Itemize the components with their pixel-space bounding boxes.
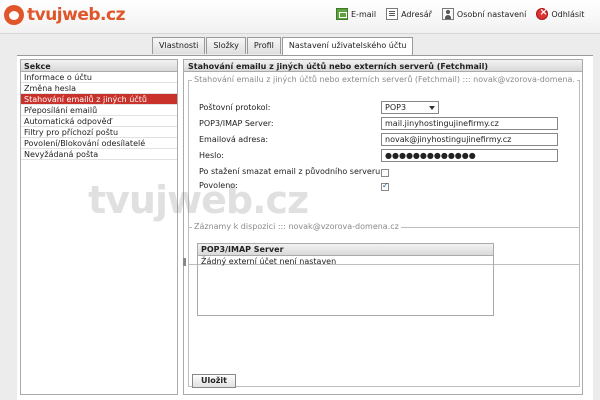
email-link-label: E-mail xyxy=(351,9,377,19)
delete-label: Po stažení smazat email z původního serv… xyxy=(199,167,383,176)
records-legend: Záznamy k dispozici ::: novak@vzorova-do… xyxy=(192,222,401,231)
save-button[interactable]: Uložit xyxy=(192,374,236,388)
sidebar-item-account-info[interactable]: Informace o účtu xyxy=(21,72,177,83)
email-label: Emailová adresa: xyxy=(199,135,269,144)
personal-settings-link[interactable]: Osobní nastavení xyxy=(441,8,527,20)
main-panel: Stahování emailu z jiných účtů nebo exte… xyxy=(183,59,583,395)
password-input[interactable]: ●●●●●●●●●●●●● xyxy=(381,149,558,162)
protocol-select-value: POP3 xyxy=(385,103,407,112)
delete-checkbox[interactable] xyxy=(381,169,389,177)
server-label: POP3/IMAP Server: xyxy=(199,119,274,128)
protocol-label: Poštovní protokol: xyxy=(199,103,271,112)
password-label: Heslo: xyxy=(199,151,224,160)
tab-account-settings[interactable]: Nastavení uživatelského účtu xyxy=(281,37,414,55)
tab-profile[interactable]: Profil xyxy=(246,37,281,54)
page-title: Stahování emailu z jiných účtů nebo exte… xyxy=(184,60,582,72)
sidebar: Sekce Informace o účtu Změna hesla Staho… xyxy=(20,59,178,395)
server-input[interactable]: mail.jinyhostingujinefirmy.cz xyxy=(381,117,558,130)
top-bar: tvujweb.cz E-mail Adresář Osobní nastave… xyxy=(0,0,600,34)
enabled-label: Povoleno: xyxy=(199,181,238,190)
fetchmail-form-legend: Stahování emailu z jiných účtů nebo exte… xyxy=(192,75,577,84)
sidebar-item-autoreply[interactable]: Automatická odpověď xyxy=(21,116,177,127)
table-empty-area xyxy=(198,267,493,315)
column-header-server: POP3/IMAP Server xyxy=(198,244,493,256)
email-icon xyxy=(336,8,348,20)
sidebar-item-filters[interactable]: Filtry pro příchozí poštu xyxy=(21,127,177,138)
delete-row: Po stažení smazat email z původního serv… xyxy=(199,167,389,179)
logo[interactable]: tvujweb.cz xyxy=(4,5,125,25)
email-link[interactable]: E-mail xyxy=(336,8,376,20)
logout-icon xyxy=(536,7,549,20)
logout-link-label: Odhlásit xyxy=(551,9,585,19)
personal-settings-icon xyxy=(441,8,454,20)
protocol-select[interactable]: POP3 xyxy=(381,101,439,114)
sidebar-item-fetchmail[interactable]: Stahování emailů z jiných účtů xyxy=(21,94,177,105)
address-book-link[interactable]: Adresář xyxy=(386,8,432,20)
enabled-checkbox[interactable] xyxy=(381,181,389,191)
records-section: Záznamy k dispozici ::: novak@vzorova-do… xyxy=(188,222,580,387)
records-table: POP3/IMAP Server Žádný externí účet není… xyxy=(197,243,494,316)
sidebar-title: Sekce xyxy=(21,60,177,72)
chevron-down-icon xyxy=(429,106,435,110)
address-book-icon xyxy=(386,8,399,20)
top-links: E-mail Adresář Osobní nastavení Odhlásit xyxy=(336,7,594,20)
table-row: Žádný externí účet není nastaven xyxy=(201,257,337,266)
tab-folders[interactable]: Složky xyxy=(206,37,246,54)
sidebar-item-forwarding[interactable]: Přeposílání emailů xyxy=(21,105,177,116)
address-book-link-label: Adresář xyxy=(401,9,432,19)
tab-bar: Vlastnosti Složky Profil Nastavení uživa… xyxy=(152,37,414,55)
personal-settings-link-label: Osobní nastavení xyxy=(456,9,527,19)
scroll-handle[interactable] xyxy=(183,258,186,266)
email-input[interactable]: novak@jinyhostingujinefirmy.cz xyxy=(381,133,558,146)
tab-properties[interactable]: Vlastnosti xyxy=(152,37,206,54)
logout-link[interactable]: Odhlásit xyxy=(536,7,585,20)
sidebar-item-change-password[interactable]: Změna hesla xyxy=(21,83,177,94)
logo-text: tvujweb.cz xyxy=(27,5,125,25)
logo-icon xyxy=(4,5,24,25)
enabled-row: Povoleno: xyxy=(199,181,389,193)
sidebar-item-sender-lists[interactable]: Povolení/Blokování odesílatelé xyxy=(21,138,177,149)
sidebar-item-spam[interactable]: Nevyžádaná pošta xyxy=(21,149,177,160)
protocol-row: Poštovní protokol: POP3 xyxy=(199,101,439,115)
